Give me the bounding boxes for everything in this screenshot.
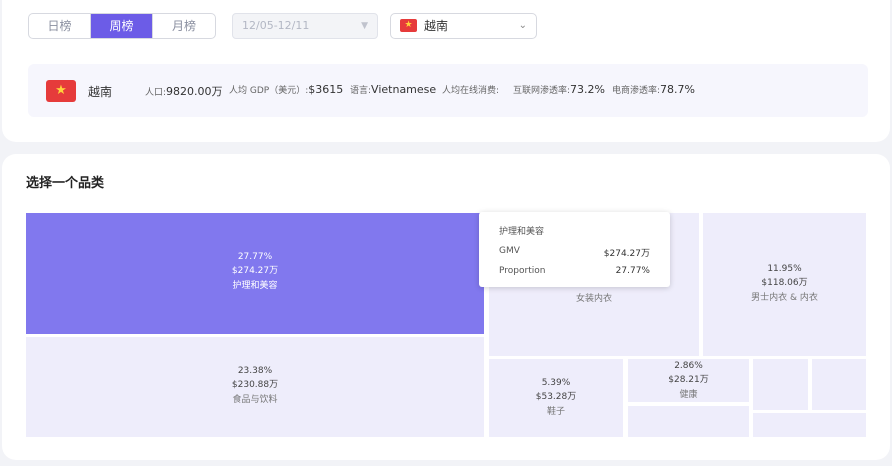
internet-penetration-stat: 互联网渗透率:73.2% <box>513 83 605 96</box>
treemap-tile-food-beverage[interactable]: 23.38% $230.88万 食品与饮料 <box>26 337 484 437</box>
treemap-tile-small[interactable] <box>753 359 808 410</box>
date-range-select[interactable]: 12/05-12/11 ▼ <box>232 13 378 39</box>
tab-daily[interactable]: 日榜 <box>29 14 91 38</box>
treemap-tile-mens-underwear[interactable]: 11.95% $118.06万 男士内衣 & 内衣 <box>703 213 866 356</box>
treemap-tile-small[interactable] <box>628 406 749 437</box>
population-stat: 人口:9820.00万 <box>145 85 223 98</box>
tooltip-title: 护理和美容 <box>499 227 545 237</box>
section-title: 选择一个品类 <box>26 176 105 191</box>
gdp-stat: 人均 GDP（美元）:$3615 <box>229 83 344 96</box>
treemap-tooltip: 护理和美容 GMV $274.27万 Proportion 27.77% <box>479 212 670 287</box>
chevron-down-icon: ▼ <box>361 21 368 31</box>
date-range-value: 12/05-12/11 <box>242 19 310 32</box>
country-name: 越南 <box>88 85 113 99</box>
filter-card: 日榜 周榜 月榜 12/05-12/11 ▼ ★ 越南 ⌄ ★ 越南 人口:98… <box>2 0 890 142</box>
tooltip-row: GMV $274.27万 <box>499 246 650 259</box>
online-spend-stat: 人均在线消费: <box>442 86 500 96</box>
tab-weekly[interactable]: 周榜 <box>91 14 153 38</box>
tooltip-row: Proportion 27.77% <box>499 266 650 276</box>
treemap-tile-shoes[interactable]: 5.39% $53.28万 鞋子 <box>489 359 623 437</box>
chevron-down-icon: ⌄ <box>518 20 527 31</box>
treemap-tile-small[interactable] <box>753 413 866 437</box>
country-select[interactable]: ★ 越南 ⌄ <box>390 13 537 39</box>
treemap-tile-small[interactable] <box>812 359 866 410</box>
treemap-tile-health[interactable]: 2.86% $28.21万 健康 <box>628 359 749 402</box>
language-stat: 语言:Vietnamese <box>350 83 437 96</box>
vietnam-flag-icon: ★ <box>46 80 76 102</box>
treemap-tile-personal-care[interactable]: 27.77% $274.27万 护理和美容 <box>26 213 484 334</box>
ecommerce-penetration-stat: 电商渗透率:78.7% <box>612 83 695 96</box>
country-select-value: 越南 <box>424 19 449 33</box>
tab-monthly[interactable]: 月榜 <box>153 14 215 38</box>
ranking-period-toggle: 日榜 周榜 月榜 <box>28 13 216 39</box>
country-info-bar: ★ 越南 人口:9820.00万 人均 GDP（美元）:$3615 语言:Vie… <box>28 64 868 117</box>
vietnam-flag-icon: ★ <box>400 19 417 32</box>
